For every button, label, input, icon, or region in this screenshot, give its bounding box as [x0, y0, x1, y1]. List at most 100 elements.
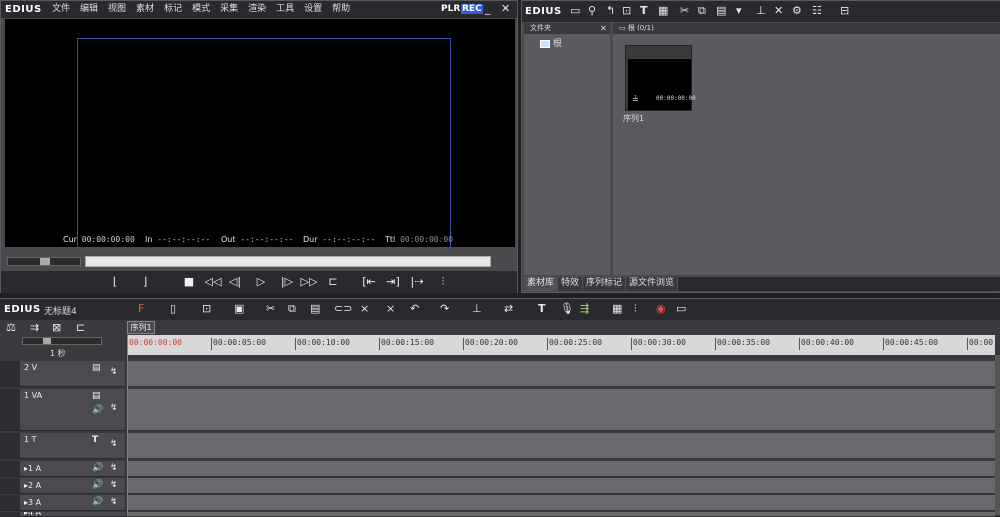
- fast-forward-icon[interactable]: ▷▷: [299, 274, 319, 290]
- open-clip-icon[interactable]: ⊡: [622, 4, 631, 18]
- cut-icon[interactable]: ✂: [680, 4, 689, 18]
- up-folder-icon[interactable]: ↰: [606, 4, 615, 18]
- track-lock-icon[interactable]: ↯: [110, 403, 118, 413]
- mixer-icon[interactable]: ⫶: [634, 302, 637, 316]
- properties-icon[interactable]: ⚙: [792, 4, 802, 18]
- title-icon[interactable]: T: [640, 4, 648, 18]
- clip-thumbnail[interactable]: ≟ 00:00:00:00: [625, 45, 696, 111]
- track-lock-icon[interactable]: ↯: [110, 497, 118, 507]
- menu-settings[interactable]: 设置: [299, 1, 327, 18]
- trim-mode-icon[interactable]: ⇄: [504, 302, 513, 316]
- audio-speaker-icon[interactable]: 🔊: [92, 405, 103, 415]
- new-sequence-icon[interactable]: ▯: [170, 302, 176, 316]
- track-1t[interactable]: [127, 433, 995, 459]
- color-bar-icon[interactable]: ▦: [658, 4, 668, 18]
- track-lock-icon[interactable]: ↯: [110, 480, 118, 490]
- minimize-icon[interactable]: _: [485, 2, 491, 16]
- set-out-icon[interactable]: ⌋: [135, 274, 155, 290]
- track-lock-icon[interactable]: ↯: [110, 463, 118, 473]
- menu-marker[interactable]: 标记: [159, 1, 187, 18]
- position-bar[interactable]: [85, 256, 491, 267]
- insert-mode-icon[interactable]: ⇉: [30, 321, 39, 335]
- split-icon[interactable]: ⫶: [433, 274, 453, 290]
- snap-icon[interactable]: ⊏: [76, 321, 85, 335]
- audio-speaker-icon[interactable]: 🔊: [92, 480, 103, 490]
- ripple-delete-icon[interactable]: ×: [386, 302, 395, 316]
- time-ruler[interactable]: 00:00:00:00 00:00:05:00 00:00:10:00 00:0…: [127, 335, 995, 355]
- step-forward-icon[interactable]: |▷: [277, 274, 297, 290]
- paste-icon[interactable]: ▤: [716, 4, 726, 18]
- add-to-timeline-icon[interactable]: ▾: [736, 4, 742, 18]
- undo-icon[interactable]: ↶: [410, 302, 419, 316]
- menu-capture[interactable]: 采集: [215, 1, 243, 18]
- save-project-icon[interactable]: ▣: [234, 302, 244, 316]
- track-1va[interactable]: [127, 389, 995, 431]
- track-lock-icon[interactable]: ↯: [110, 439, 118, 449]
- track-header-1t[interactable]: 1 T T ↯: [0, 433, 125, 459]
- menu-clip[interactable]: 素材: [131, 1, 159, 18]
- video-track-icon[interactable]: ▤: [92, 391, 101, 401]
- marker-icon[interactable]: ⊥: [756, 4, 766, 18]
- marker-timeline-icon[interactable]: ⊥: [472, 302, 482, 316]
- playhead[interactable]: [127, 335, 128, 515]
- tab-source-browser[interactable]: 源文件浏览: [626, 277, 679, 291]
- vertical-scrollbar[interactable]: [995, 355, 1000, 515]
- close-icon[interactable]: ✕: [501, 2, 510, 16]
- insert-icon[interactable]: [⇤: [359, 274, 379, 290]
- bin-menu-icon[interactable]: ⊟: [840, 4, 849, 18]
- rewind-icon[interactable]: ◁◁: [203, 274, 223, 290]
- shuttle-handle[interactable]: [40, 258, 50, 265]
- rec-mode-button[interactable]: REC: [461, 4, 483, 14]
- sync-icon[interactable]: ⚖: [6, 321, 16, 335]
- voiceover-icon[interactable]: 🎙: [560, 302, 574, 316]
- track-header-1a[interactable]: ▸1 A 🔊 ↯: [0, 461, 125, 477]
- track-header-4a[interactable]: ▸4 A: [0, 512, 125, 517]
- search-icon[interactable]: ⚲: [588, 4, 596, 18]
- menu-render[interactable]: 渲染: [243, 1, 271, 18]
- zoom-slider[interactable]: [22, 337, 102, 345]
- sequence-tab[interactable]: 序列1: [127, 321, 155, 334]
- menu-file[interactable]: 文件: [47, 1, 75, 18]
- tab-sequence-markers[interactable]: 序列标记: [583, 277, 627, 291]
- grid-icon[interactable]: ▦: [612, 302, 622, 316]
- plr-mode-button[interactable]: PLR: [441, 4, 460, 14]
- paste-timeline-icon[interactable]: ▤: [310, 302, 320, 316]
- delete-icon[interactable]: ✕: [774, 4, 783, 18]
- copy-icon[interactable]: ⧉: [698, 4, 706, 18]
- record-icon[interactable]: ◉: [656, 302, 666, 316]
- copy-timeline-icon[interactable]: ⧉: [288, 302, 296, 316]
- video-track-icon[interactable]: ▤: [92, 363, 101, 373]
- menu-tools[interactable]: 工具: [271, 1, 299, 18]
- overwrite-icon[interactable]: ⇥]: [383, 274, 403, 290]
- zoom-handle[interactable]: [43, 338, 51, 344]
- set-in-icon[interactable]: ⌊: [105, 274, 125, 290]
- export-icon[interactable]: ⇶: [580, 302, 589, 316]
- track-4a[interactable]: [127, 512, 995, 517]
- timeline-menu-icon[interactable]: ▭: [676, 302, 686, 316]
- cut-timeline-icon[interactable]: ✂: [266, 302, 275, 316]
- stop-icon[interactable]: ■: [179, 274, 199, 290]
- track-2a[interactable]: [127, 478, 995, 494]
- audio-speaker-icon[interactable]: 🔊: [92, 497, 103, 507]
- zoom-level[interactable]: 1 秒: [50, 348, 66, 359]
- menu-help[interactable]: 帮助: [327, 1, 355, 18]
- menu-edit[interactable]: 编辑: [75, 1, 103, 18]
- track-1a[interactable]: [127, 461, 995, 477]
- delete-clip-icon[interactable]: ×: [360, 302, 369, 316]
- folder-root[interactable]: 根: [540, 36, 562, 49]
- track-3a[interactable]: [127, 495, 995, 511]
- menu-mode[interactable]: 模式: [187, 1, 215, 18]
- ripple-icon[interactable]: ⊠: [52, 321, 61, 335]
- folder-panel-close-icon[interactable]: ✕: [600, 23, 607, 34]
- new-folder-icon[interactable]: ▭: [570, 4, 580, 18]
- track-header-1va[interactable]: 1 VA ▤ 🔊 ↯: [0, 389, 125, 431]
- loop-icon[interactable]: ⊏: [323, 274, 343, 290]
- tab-bin[interactable]: 素材库: [524, 277, 559, 291]
- redo-icon[interactable]: ↷: [440, 302, 449, 316]
- title-track-icon[interactable]: T: [92, 435, 98, 445]
- tab-effects[interactable]: 特效: [558, 277, 584, 291]
- menu-view[interactable]: 视图: [103, 1, 131, 18]
- track-header-2a[interactable]: ▸2 A 🔊 ↯: [0, 478, 125, 494]
- trim-icon[interactable]: |⇢: [407, 274, 427, 290]
- track-header-2v[interactable]: 2 V ▤ ↯: [0, 361, 125, 387]
